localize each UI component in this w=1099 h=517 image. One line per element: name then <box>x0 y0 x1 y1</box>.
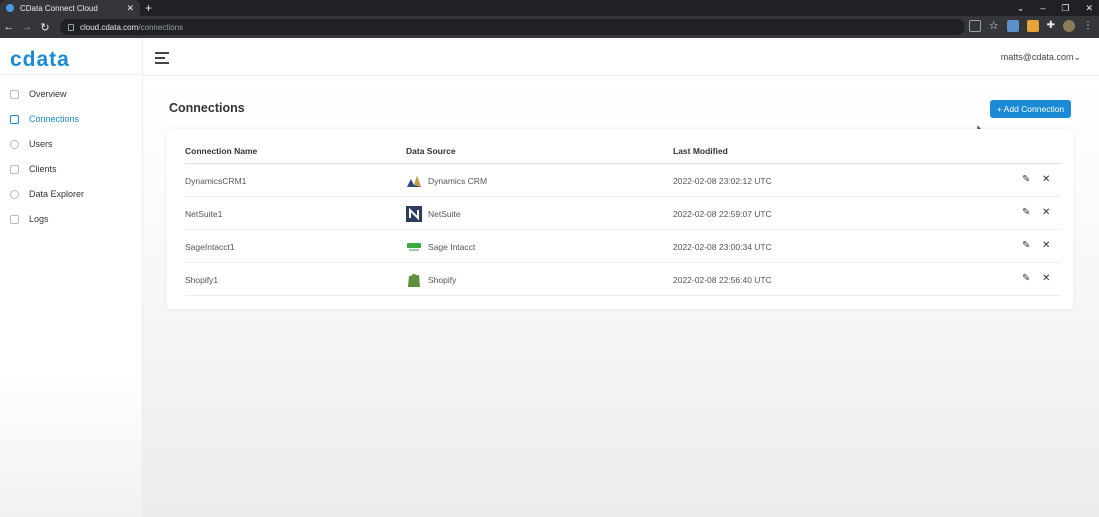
table-row[interactable]: Shopify1 Shopify 2022-02-08 22:56:40 UTC… <box>185 263 1061 296</box>
netsuite-logo-icon <box>406 205 422 222</box>
add-connection-button[interactable]: + Add Connection <box>990 100 1071 118</box>
sidebar-item-label: Connections <box>29 114 80 124</box>
sidebar-item-label: Clients <box>29 164 57 174</box>
last-modified: 2022-02-08 22:56:40 UTC <box>673 274 772 285</box>
tab-title: CData Connect Cloud <box>20 3 98 13</box>
table-row[interactable]: NetSuite1 NetSuite 2022-02-08 22:59:07 U… <box>185 197 1061 230</box>
chevron-down-icon[interactable]: ⌄ <box>1017 3 1025 14</box>
share-icon[interactable] <box>968 19 981 32</box>
data-source-label: Shopify <box>428 274 457 285</box>
column-header-connection-name[interactable]: Connection Name <box>185 146 257 156</box>
main-content: Connections + Add Connection Connection … <box>143 76 1099 517</box>
connections-table: Connection Name Data Source Last Modifie… <box>167 129 1073 309</box>
user-email: matts@cdata.com <box>1000 52 1074 62</box>
window-close-icon[interactable]: ✕ <box>1085 3 1093 14</box>
user-icon <box>10 139 19 149</box>
back-arrow-icon[interactable]: ← <box>0 21 18 33</box>
profile-avatar-icon[interactable] <box>1063 19 1075 32</box>
puzzle-icon[interactable]: ✚ <box>1047 20 1055 31</box>
extension-blue-icon[interactable] <box>1006 19 1019 32</box>
chevron-down-icon: ⌄ <box>1073 52 1081 62</box>
url-host: cloud.cdata.com <box>80 22 139 32</box>
window-controls: ⌄ – ❐ ✕ <box>1017 0 1093 16</box>
logo-divider <box>0 74 143 75</box>
sidebar-item-label: Users <box>29 139 53 149</box>
connection-name: NetSuite1 <box>185 208 223 219</box>
sidebar: cdata Overview Connections Users Clients… <box>0 38 143 517</box>
data-source-label: Sage Intacct <box>428 241 476 252</box>
data-source-label: Dynamics CRM <box>428 175 488 186</box>
table-row[interactable]: DynamicsCRM1 Dynamics CRM 2022-02-08 23:… <box>185 164 1061 197</box>
browser-tab[interactable]: CData Connect Cloud ✕ <box>0 0 140 16</box>
lock-icon <box>68 23 74 31</box>
more-menu-icon[interactable]: ⋮ <box>1083 20 1093 31</box>
column-header-last-modified[interactable]: Last Modified <box>673 146 728 156</box>
minimize-icon[interactable]: – <box>1040 3 1045 13</box>
data-source-label: NetSuite <box>428 208 461 219</box>
sidebar-item-label: Data Explorer <box>29 189 85 199</box>
connection-name: DynamicsCRM1 <box>185 175 247 186</box>
new-tab-button[interactable]: + <box>145 0 152 16</box>
table-header: Connection Name Data Source Last Modifie… <box>185 139 1061 164</box>
extension-orange-icon[interactable] <box>1026 19 1039 32</box>
sidebar-item-clients[interactable]: Clients <box>0 159 143 179</box>
browser-toolbar: ← → ↻ cloud.cdata.com/connections ☆ ✚ ⋮ <box>0 16 1099 38</box>
delete-icon[interactable]: ✕ <box>1042 240 1050 251</box>
browser-extension-icons: ☆ ✚ ⋮ <box>968 19 1093 32</box>
sidebar-item-connections[interactable]: Connections <box>0 109 143 129</box>
column-header-data-source[interactable]: Data Source <box>406 146 456 156</box>
data-source: Shopify <box>406 263 456 296</box>
sidebar-item-users[interactable]: Users <box>0 134 143 154</box>
page-title: Connections <box>169 101 245 115</box>
sidebar-item-logs[interactable]: Logs <box>0 209 143 229</box>
sidebar-item-data-explorer[interactable]: Data Explorer <box>0 184 143 204</box>
browser-tab-bar: CData Connect Cloud ✕ + ⌄ – ❐ ✕ <box>0 0 1099 16</box>
edit-icon[interactable]: ✎ <box>1022 240 1030 251</box>
edit-icon[interactable]: ✎ <box>1022 174 1030 185</box>
connection-name: SageIntacct1 <box>185 241 235 252</box>
app-header: matts@cdata.com⌄ <box>143 38 1099 76</box>
last-modified: 2022-02-08 23:02:12 UTC <box>673 175 772 186</box>
sage-intacct-logo-icon <box>407 242 421 251</box>
sidebar-item-overview[interactable]: Overview <box>0 84 143 104</box>
restore-icon[interactable]: ❐ <box>1061 3 1069 14</box>
forward-arrow-icon[interactable]: → <box>18 21 36 33</box>
data-source: Dynamics CRM <box>406 164 487 197</box>
search-icon <box>10 189 19 199</box>
last-modified: 2022-02-08 23:00:34 UTC <box>673 241 772 252</box>
tab-close-icon[interactable]: ✕ <box>126 3 134 14</box>
data-source: Sage Intacct <box>406 230 475 263</box>
shopify-logo-icon <box>408 273 420 287</box>
link-icon <box>10 164 19 174</box>
delete-icon[interactable]: ✕ <box>1042 174 1050 185</box>
database-icon <box>10 114 19 124</box>
hamburger-menu-icon[interactable] <box>155 52 169 67</box>
user-menu[interactable]: matts@cdata.com⌄ <box>1001 52 1081 63</box>
last-modified: 2022-02-08 22:59:07 UTC <box>673 208 772 219</box>
document-icon <box>10 214 19 224</box>
sidebar-item-label: Overview <box>29 89 67 99</box>
cdata-favicon-icon <box>6 4 14 12</box>
dynamics-crm-logo-icon <box>407 175 421 187</box>
connection-name: Shopify1 <box>185 274 219 285</box>
delete-icon[interactable]: ✕ <box>1042 207 1050 218</box>
star-icon[interactable]: ☆ <box>989 19 999 32</box>
url-path: /connections <box>138 22 184 32</box>
cdata-logo[interactable]: cdata <box>10 48 70 72</box>
data-source: NetSuite <box>406 197 461 230</box>
table-row[interactable]: SageIntacct1 Sage Intacct 2022-02-08 23:… <box>185 230 1061 263</box>
address-bar[interactable]: cloud.cdata.com/connections <box>60 19 965 35</box>
edit-icon[interactable]: ✎ <box>1022 207 1030 218</box>
reload-icon[interactable]: ↻ <box>36 21 54 34</box>
delete-icon[interactable]: ✕ <box>1042 273 1050 284</box>
sidebar-item-label: Logs <box>29 214 49 224</box>
activity-icon <box>10 89 19 99</box>
edit-icon[interactable]: ✎ <box>1022 273 1030 284</box>
